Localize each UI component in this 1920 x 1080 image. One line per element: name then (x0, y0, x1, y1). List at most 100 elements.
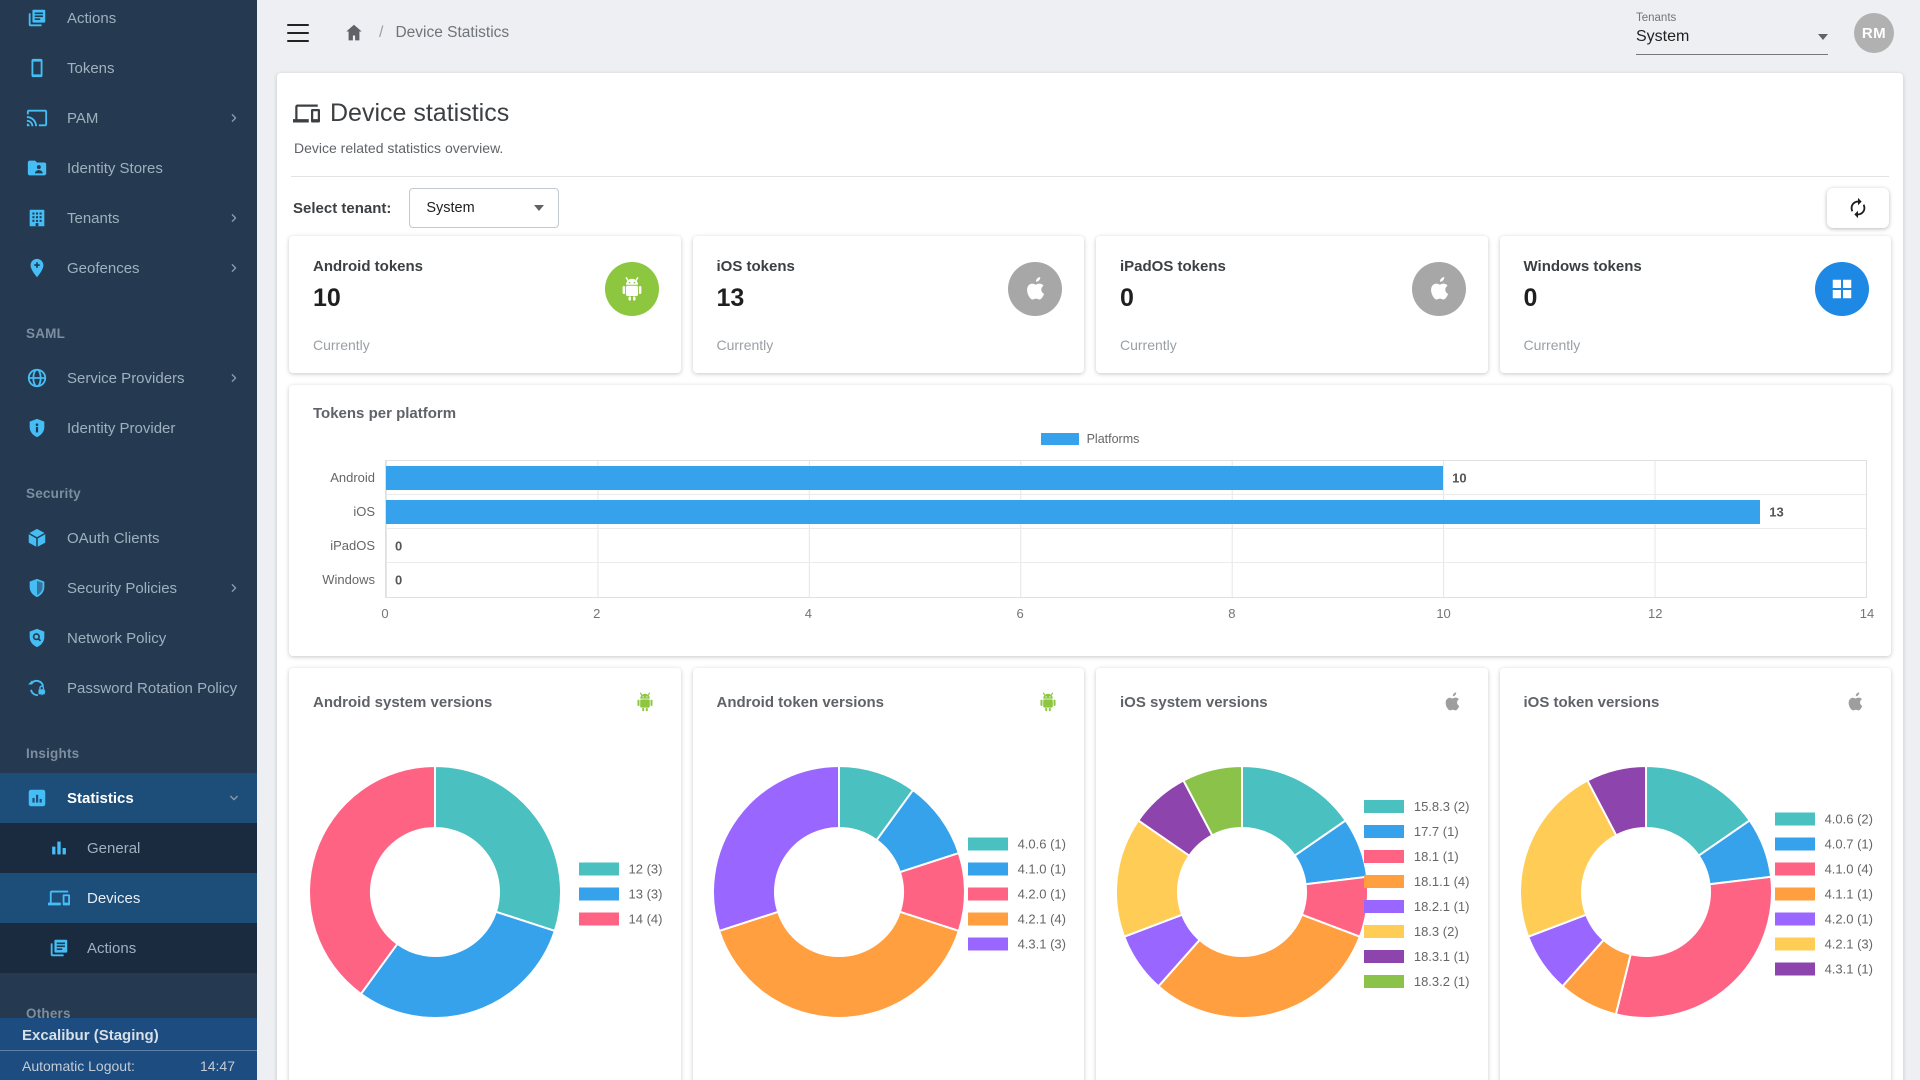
donut-slice[interactable] (1615, 877, 1771, 1018)
dropdown-arrow-icon (1818, 34, 1828, 40)
actions-icon (26, 7, 48, 29)
stat-card-title: Windows tokens (1524, 258, 1868, 275)
legend-label: 12 (3) (629, 862, 663, 877)
stat-card-caption: Currently (1524, 337, 1581, 353)
stat-card-caption: Currently (1120, 337, 1177, 353)
legend-item[interactable]: 18.1 (1) (1364, 844, 1470, 869)
legend-item[interactable]: 4.3.1 (3) (968, 932, 1066, 957)
legend-label: 18.3 (2) (1414, 924, 1459, 939)
stat-card-caption: Currently (717, 337, 774, 353)
donut-chart (711, 764, 967, 1020)
bar-chart-legend[interactable]: Platforms (313, 432, 1867, 446)
sidebar-item-statistics[interactable]: Statistics (0, 773, 257, 823)
stat-card-android-tokens: Android tokens 10 Currently (289, 236, 681, 373)
sidebar-item-password-rotation-policy[interactable]: Password Rotation Policy (0, 663, 257, 713)
sidebar: ActionsTokensPAMIdentity StoresTenantsGe… (0, 0, 257, 1080)
legend-item[interactable]: 4.0.6 (1) (968, 832, 1066, 857)
home-icon[interactable] (343, 22, 365, 44)
legend-label: 17.7 (1) (1414, 824, 1459, 839)
legend-swatch (1364, 875, 1404, 888)
stat-cards-row: Android tokens 10 Currently iOS tokens 1… (289, 236, 1891, 373)
x-tick-label: 14 (1860, 606, 1874, 621)
legend-item[interactable]: 18.3 (2) (1364, 919, 1470, 944)
windows-icon (1815, 262, 1869, 316)
legend-item[interactable]: 15.8.3 (2) (1364, 794, 1470, 819)
legend-item[interactable]: 4.1.0 (1) (968, 857, 1066, 882)
bar[interactable] (386, 466, 1443, 490)
sidebar-item-label: Network Policy (67, 630, 241, 647)
sidebar-item-geofences[interactable]: Geofences (0, 243, 257, 293)
legend-item[interactable]: 14 (4) (579, 907, 663, 932)
legend-item[interactable]: 4.2.1 (4) (968, 907, 1066, 932)
legend-item[interactable]: 18.2.1 (1) (1364, 894, 1470, 919)
sidebar-item-service-providers[interactable]: Service Providers (0, 353, 257, 403)
sidebar-item-oauth-clients[interactable]: OAuth Clients (0, 513, 257, 563)
legend-swatch (1364, 975, 1404, 988)
legend-item[interactable]: 4.0.6 (2) (1775, 807, 1873, 832)
donut-legend: 12 (3) 13 (3) 14 (4) (579, 857, 663, 932)
avatar[interactable]: RM (1854, 13, 1894, 53)
donut-slice[interactable] (719, 912, 959, 1018)
donut-card-android-token-versions: Android token versions 4.0.6 (1) 4.1.0 (… (693, 668, 1085, 1080)
apple-icon (1412, 262, 1466, 316)
section-header-others: Others (0, 993, 257, 1018)
legend-item[interactable]: 4.3.1 (1) (1775, 957, 1873, 982)
bar[interactable] (386, 500, 1760, 524)
legend-swatch (1775, 913, 1815, 926)
legend-item[interactable]: 17.7 (1) (1364, 819, 1470, 844)
sidebar-item-label: General (87, 840, 241, 857)
sidebar-item-actions[interactable]: Actions (0, 0, 257, 43)
stat-card-ipados-tokens: iPadOS tokens 0 Currently (1096, 236, 1488, 373)
legend-swatch (1041, 433, 1079, 445)
controls-row: Select tenant: System (291, 188, 1889, 228)
bar-row: 0 (386, 529, 1866, 563)
legend-item[interactable]: 4.2.1 (3) (1775, 932, 1873, 957)
legend-item[interactable]: 4.2.0 (1) (1775, 907, 1873, 932)
sidebar-item-security-policies[interactable]: Security Policies (0, 563, 257, 613)
shield-half-icon (26, 577, 48, 599)
legend-label: 4.0.6 (1) (1018, 837, 1066, 852)
legend-label: 4.0.6 (2) (1825, 812, 1873, 827)
sidebar-item-tokens[interactable]: Tokens (0, 43, 257, 93)
tenant-select-value: System (426, 200, 474, 216)
sidebar-item-pam[interactable]: PAM (0, 93, 257, 143)
legend-swatch (1364, 950, 1404, 963)
tenants-select[interactable]: Tenants System (1636, 12, 1828, 55)
bar-row: 0 (386, 563, 1866, 597)
legend-item[interactable]: 13 (3) (579, 882, 663, 907)
menu-icon[interactable] (285, 23, 311, 43)
sidebar-item-actions-sub[interactable]: Actions (0, 923, 257, 973)
auto-logout-row: Automatic Logout: 14:47 (0, 1051, 257, 1079)
donut-slice[interactable] (361, 912, 555, 1018)
legend-swatch (579, 863, 619, 876)
breadcrumb: Device Statistics (395, 24, 509, 42)
topbar: / Device Statistics Tenants System RM (257, 0, 1920, 66)
legend-item[interactable]: 18.3.2 (1) (1364, 969, 1470, 994)
legend-item[interactable]: 4.1.0 (4) (1775, 857, 1873, 882)
tenant-select[interactable]: System (409, 188, 559, 228)
legend-item[interactable]: 4.0.7 (1) (1775, 832, 1873, 857)
donut-slice[interactable] (713, 766, 839, 931)
actions-icon (48, 937, 70, 959)
legend-item[interactable]: 4.2.0 (1) (968, 882, 1066, 907)
legend-item[interactable]: 18.3.1 (1) (1364, 944, 1470, 969)
bar-category-label: iOS (313, 494, 385, 528)
legend-item[interactable]: 12 (3) (579, 857, 663, 882)
sidebar-item-general-sub[interactable]: General (0, 823, 257, 873)
sidebar-item-identity-provider[interactable]: Identity Provider (0, 403, 257, 453)
donut-card-title: iOS system versions (1120, 694, 1268, 711)
shield-search-icon (26, 627, 48, 649)
page-title: Device statistics (330, 99, 509, 128)
sidebar-item-network-policy[interactable]: Network Policy (0, 613, 257, 663)
donut-slice[interactable] (435, 766, 561, 931)
legend-swatch (1364, 800, 1404, 813)
donut-card-title: Android token versions (717, 694, 885, 711)
sidebar-item-identity-stores[interactable]: Identity Stores (0, 143, 257, 193)
sidebar-item-devices-sub[interactable]: Devices (0, 873, 257, 923)
legend-item[interactable]: 18.1.1 (4) (1364, 869, 1470, 894)
sidebar-item-tenants[interactable]: Tenants (0, 193, 257, 243)
donut-wrap (307, 764, 563, 1025)
refresh-button[interactable] (1827, 188, 1889, 228)
legend-item[interactable]: 4.1.1 (1) (1775, 882, 1873, 907)
legend-swatch (579, 913, 619, 926)
